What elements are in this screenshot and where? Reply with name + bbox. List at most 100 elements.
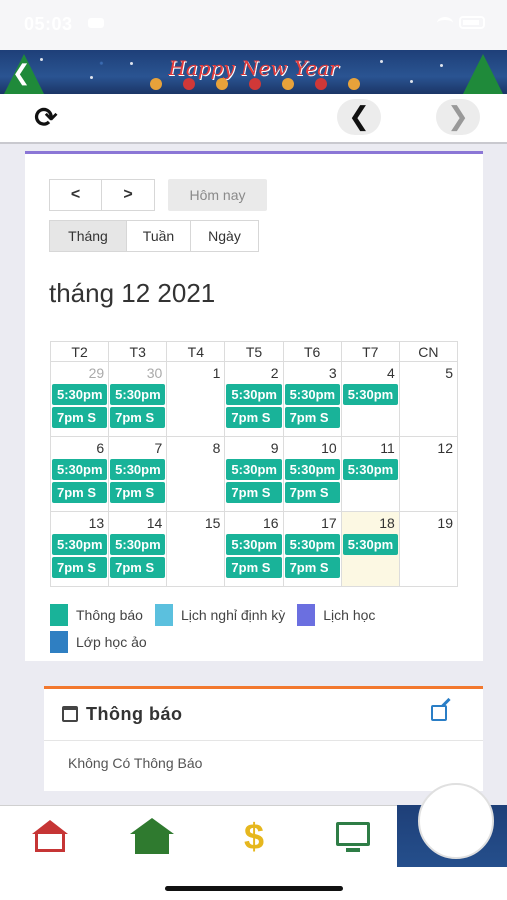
view-month-button[interactable]: Tháng <box>49 220 127 252</box>
week-row: 6 5:30pm 7pm S 7 5:30pm 7pm S 8 9 5:30pm 7pm S 10 5… <box>49 436 459 512</box>
notice-empty-text: Không Có Thông Báo <box>68 755 203 771</box>
week-row: 13 5:30pm 7pm S 14 5:30pm 7pm S 15 16 5:30pm 7pm … <box>49 511 459 587</box>
calendar-prev-button[interactable]: < <box>49 179 102 211</box>
calendar-event[interactable]: 7pm S <box>52 482 108 503</box>
floating-action-button[interactable] <box>418 783 494 859</box>
day-cell[interactable]: 13 5:30pm 7pm S <box>49 511 110 587</box>
legend-swatch <box>297 604 316 626</box>
weekday-header: T7 <box>340 341 400 362</box>
day-cell[interactable]: 2 5:30pm 7pm S <box>224 361 284 437</box>
calendar-event[interactable]: 7pm S <box>226 557 282 578</box>
day-number: 13 <box>88 515 105 531</box>
calendar-event[interactable]: 5:30pm <box>226 459 282 480</box>
calendar-event[interactable]: 5:30pm <box>110 534 166 555</box>
day-cell[interactable]: 1 <box>166 361 226 437</box>
status-time: 05:03 <box>24 14 73 34</box>
snow-dot <box>410 80 413 83</box>
day-number: 1 <box>212 365 221 381</box>
day-number: 4 <box>387 365 395 381</box>
calendar-event[interactable]: 7pm S <box>52 407 108 428</box>
day-cell[interactable]: 30 5:30pm 7pm S <box>108 361 168 437</box>
refresh-icon[interactable]: ⟳ <box>26 104 66 134</box>
day-number: 15 <box>204 515 221 531</box>
day-number: 5 <box>445 365 453 381</box>
day-number: 10 <box>321 440 337 456</box>
day-cell[interactable]: 7 5:30pm 7pm S <box>108 436 168 512</box>
calendar-event[interactable]: 5:30pm <box>226 384 282 405</box>
holiday-banner: ❮ Happy New Year <box>0 50 507 94</box>
notice-title: Thông báo <box>86 704 183 724</box>
calendar-event[interactable]: 7pm S <box>226 407 282 428</box>
calendar-event[interactable]: 5:30pm <box>110 384 166 405</box>
home-icon[interactable] <box>32 818 72 856</box>
school-home-icon[interactable] <box>130 818 174 856</box>
weekday-header: CN <box>398 341 459 362</box>
view-day-button[interactable]: Ngày <box>191 220 259 252</box>
view-switcher: Tháng Tuần Ngày <box>49 220 259 252</box>
calendar-event[interactable]: 5:30pm <box>284 459 340 480</box>
legend-item: Thông báo <box>50 604 143 626</box>
month-title: tháng 12 2021 <box>49 278 216 308</box>
calendar-event[interactable]: 7pm S <box>284 407 340 428</box>
calendar-event[interactable]: 7pm S <box>284 482 340 503</box>
legend-label: Thông báo <box>76 607 143 623</box>
day-cell[interactable]: 11 5:30pm <box>340 436 400 512</box>
day-cell[interactable]: 14 5:30pm 7pm S <box>108 511 168 587</box>
day-cell[interactable]: 3 5:30pm 7pm S <box>282 361 342 437</box>
calendar-event[interactable]: 5:30pm <box>342 459 398 480</box>
calendar-nav-group: < > <box>49 179 155 211</box>
day-cell[interactable]: 12 <box>398 436 459 512</box>
wifi-icon <box>437 16 453 29</box>
day-cell[interactable]: 10 5:30pm 7pm S <box>282 436 342 512</box>
calendar-next-button[interactable]: > <box>102 179 155 211</box>
calendar-event[interactable]: 5:30pm <box>226 534 282 555</box>
day-cell[interactable]: 4 5:30pm <box>340 361 400 437</box>
day-cell[interactable]: 6 5:30pm 7pm S <box>49 436 110 512</box>
day-number: 11 <box>380 440 395 456</box>
prev-page-button[interactable]: ❮ <box>337 99 381 135</box>
day-cell[interactable]: 8 <box>166 436 226 512</box>
calendar-event[interactable]: 5:30pm <box>110 459 166 480</box>
day-cell[interactable]: 17 5:30pm 7pm S <box>282 511 342 587</box>
bottom-safe-area <box>0 867 507 900</box>
day-number: 19 <box>437 515 453 531</box>
calendar-event[interactable]: 7pm S <box>226 482 282 503</box>
calendar-event[interactable]: 5:30pm <box>284 534 340 555</box>
calendar-event[interactable]: 7pm S <box>110 407 166 428</box>
day-cell[interactable]: 19 <box>398 511 459 587</box>
day-cell[interactable]: 29 5:30pm 7pm S <box>49 361 110 437</box>
calendar-event[interactable]: 5:30pm <box>284 384 340 405</box>
view-week-button[interactable]: Tuần <box>127 220 191 252</box>
month-grid-body: 29 5:30pm 7pm S 30 5:30pm 7pm S 1 2 5:30pm 7pm S3… <box>49 361 459 587</box>
month-grid: T2 T3 T4 T5 T6 T7 CN 29 5:30pm 7pm S 30 5:30pm 7pm … <box>49 341 459 587</box>
today-button[interactable]: Hôm nay <box>168 179 267 211</box>
weekday-header: T2 <box>49 341 110 362</box>
calendar-event[interactable]: 7pm S <box>284 557 340 578</box>
calendar-event[interactable]: 7pm S <box>110 482 166 503</box>
external-link-icon[interactable] <box>431 705 447 721</box>
calendar-event[interactable]: 5:30pm <box>52 384 108 405</box>
dollar-icon[interactable]: $ <box>234 818 274 856</box>
day-cell[interactable]: 15 <box>166 511 226 587</box>
day-cell[interactable]: 18 5:30pm <box>340 511 400 587</box>
online-class-icon[interactable] <box>334 818 374 856</box>
status-icons <box>437 16 485 29</box>
calendar-event[interactable]: 5:30pm <box>52 459 108 480</box>
calendar-legend: Thông báo Lịch nghỉ định kỳ Lịch học Lớp họ… <box>50 604 458 658</box>
day-cell[interactable]: 16 5:30pm 7pm S <box>224 511 284 587</box>
day-cell[interactable]: 5 <box>398 361 459 437</box>
car-icon <box>88 18 104 28</box>
legend-swatch <box>50 604 68 626</box>
calendar-event[interactable]: 5:30pm <box>342 384 398 405</box>
next-page-button[interactable]: ❯ <box>436 99 480 135</box>
legend-label: Lịch học <box>323 607 376 623</box>
day-cell[interactable]: 9 5:30pm 7pm S <box>224 436 284 512</box>
calendar-event[interactable]: 7pm S <box>52 557 108 578</box>
status-bar: 05:03 <box>0 0 507 50</box>
legend-label: Lịch nghỉ định kỳ <box>180 607 286 623</box>
day-number: 29 <box>88 365 105 381</box>
calendar-event[interactable]: 5:30pm <box>342 534 398 555</box>
calendar-event[interactable]: 7pm S <box>110 557 166 578</box>
calendar-event[interactable]: 5:30pm <box>52 534 108 555</box>
home-indicator <box>165 886 343 891</box>
